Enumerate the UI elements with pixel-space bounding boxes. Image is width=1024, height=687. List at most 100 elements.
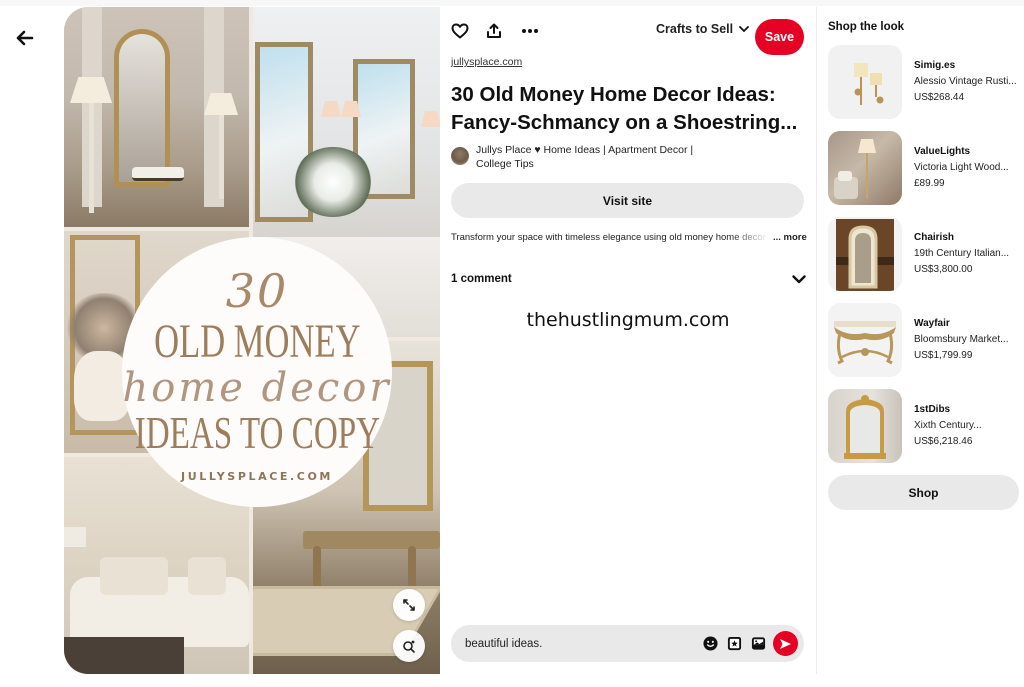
- sticker-button[interactable]: [725, 635, 743, 653]
- bench: [132, 167, 184, 181]
- comment-composer: [451, 625, 804, 662]
- overlay-line-2: home decor: [122, 364, 392, 411]
- back-button[interactable]: [12, 27, 38, 49]
- overlay-number: 30: [225, 263, 289, 318]
- product-image: [828, 45, 902, 119]
- product-merchant: Simig.es: [914, 60, 956, 71]
- shop-the-look: Shop the look Simig.es Alessio Vintage R…: [828, 7, 1024, 510]
- comment-text: thehustlingmum.com: [526, 309, 730, 331]
- title-overlay: 30 OLD MONEY home decor IDEAS TO COPY JU…: [122, 237, 392, 507]
- save-button[interactable]: Save: [755, 19, 804, 55]
- product-name: Bloomsbury Market...: [914, 334, 1009, 345]
- product-name: 19th Century Italian...: [914, 248, 1010, 259]
- product-name: Xixth Century...: [914, 420, 982, 431]
- sconce: [321, 101, 341, 117]
- pin-title: 30 Old Money Home Decor Ideas: Fancy-Sch…: [451, 83, 798, 134]
- description-text: Transform your space with timeless elega…: [451, 232, 766, 243]
- gilded-mirror-image: [844, 395, 886, 459]
- source-link[interactable]: jullysplace.com: [451, 56, 522, 68]
- lamp-pole: [89, 103, 94, 213]
- product-price: US$6,218.46: [914, 436, 973, 447]
- lamp-pole: [219, 115, 224, 199]
- image-icon: [751, 637, 765, 650]
- send-button[interactable]: [773, 631, 798, 656]
- emoji-icon: [702, 636, 718, 651]
- description: Transform your space with timeless elega…: [451, 232, 811, 243]
- sticker-icon: [727, 636, 741, 651]
- product-image: [828, 389, 902, 463]
- product-name: Alessio Vintage Rusti...: [914, 76, 1017, 87]
- arrow-left-icon: [16, 30, 34, 46]
- board-selector[interactable]: Crafts to Sell: [656, 22, 750, 36]
- shop-button[interactable]: Shop: [828, 475, 1019, 510]
- flower-arrangement: [293, 147, 373, 217]
- image-button[interactable]: [749, 635, 767, 653]
- top-edge: [0, 0, 1024, 6]
- heart-icon: [451, 23, 469, 39]
- send-icon: [780, 638, 791, 649]
- product-info: ValueLights Victoria Light Wood... £89.9…: [914, 144, 1024, 192]
- product-info: Wayfair Bloomsbury Market... US$1,799.99: [914, 316, 1024, 364]
- lamp: [64, 527, 86, 547]
- comments-count: 1 comment: [451, 273, 512, 285]
- pin-closeup-page: 30 OLD MONEY home decor IDEAS TO COPY JU…: [0, 0, 1024, 687]
- author[interactable]: Jullys Place ♥ Home Ideas | Apartment De…: [451, 143, 696, 171]
- sconce: [421, 111, 440, 127]
- shop-item[interactable]: Wayfair Bloomsbury Market... US$1,799.99: [828, 303, 1024, 377]
- comment-input[interactable]: [465, 637, 695, 650]
- visit-site-button[interactable]: Visit site: [451, 183, 804, 218]
- photo-mirror-hallway: [64, 7, 249, 227]
- pin-toolbar: Crafts to Sell Save: [440, 13, 816, 55]
- more-link[interactable]: ... more: [773, 232, 807, 243]
- chevron-down-icon: [792, 274, 806, 283]
- like-button[interactable]: [448, 19, 472, 43]
- board-name: Crafts to Sell: [656, 22, 734, 36]
- product-merchant: 1stDibs: [914, 404, 951, 415]
- shop-item[interactable]: ValueLights Victoria Light Wood... £89.9…: [828, 131, 1024, 205]
- shop-title: Shop the look: [828, 21, 905, 33]
- share-button[interactable]: [482, 19, 506, 43]
- visual-search-button[interactable]: [393, 630, 425, 662]
- product-price: US$3,800.00: [914, 264, 973, 275]
- pillow: [188, 557, 226, 595]
- pin-details: Crafts to Sell Save jullysplace.com 30 O…: [440, 7, 816, 674]
- product-info: Simig.es Alessio Vintage Rusti... US$268…: [914, 58, 1024, 106]
- comments-toggle[interactable]: 1 comment: [451, 273, 806, 285]
- product-price: US$1,799.99: [914, 350, 973, 361]
- product-image: [828, 131, 902, 205]
- share-icon: [487, 23, 501, 38]
- pillow: [130, 557, 168, 595]
- product-name: Victoria Light Wood...: [914, 162, 1009, 173]
- floor-lamp-image: [834, 139, 876, 199]
- author-name[interactable]: Jullys Place ♥ Home Ideas | Apartment De…: [476, 143, 696, 171]
- expand-button[interactable]: [393, 589, 425, 621]
- product-merchant: ValueLights: [914, 146, 971, 157]
- expand-icon: [403, 599, 415, 611]
- overlay-line-3: IDEAS TO COPY: [134, 406, 380, 458]
- antique-mirror-image: [836, 219, 894, 291]
- gilded-mirror: [114, 29, 170, 187]
- shop-item[interactable]: Chairish 19th Century Italian... US$3,80…: [828, 217, 1024, 291]
- coffee-table: [64, 637, 184, 674]
- console-table-image: [834, 321, 896, 365]
- more-icon: [522, 29, 538, 33]
- product-merchant: Chairish: [914, 232, 955, 243]
- shop-item[interactable]: 1stDibs Xixth Century... US$6,218.46: [828, 389, 1024, 463]
- product-image: [828, 303, 902, 377]
- product-info: 1stDibs Xixth Century... US$6,218.46: [914, 402, 1024, 450]
- console-table: [303, 531, 440, 549]
- shop-item[interactable]: Simig.es Alessio Vintage Rusti... US$268…: [828, 45, 1024, 119]
- pin-image[interactable]: 30 OLD MONEY home decor IDEAS TO COPY JU…: [64, 7, 440, 674]
- lamp-shade: [70, 77, 112, 103]
- overlay-line-1: OLD MONEY: [153, 314, 361, 368]
- emoji-button[interactable]: [701, 635, 719, 653]
- visual-search-icon: [403, 640, 415, 653]
- more-options-button[interactable]: [518, 19, 542, 43]
- product-price: US$268.44: [914, 92, 965, 103]
- chevron-down-icon: [739, 25, 750, 32]
- product-image: [828, 217, 902, 291]
- wall-sconce-image: [854, 63, 884, 105]
- column-divider: [816, 7, 817, 674]
- product-price: £89.99: [914, 178, 945, 189]
- avatar[interactable]: [451, 147, 469, 165]
